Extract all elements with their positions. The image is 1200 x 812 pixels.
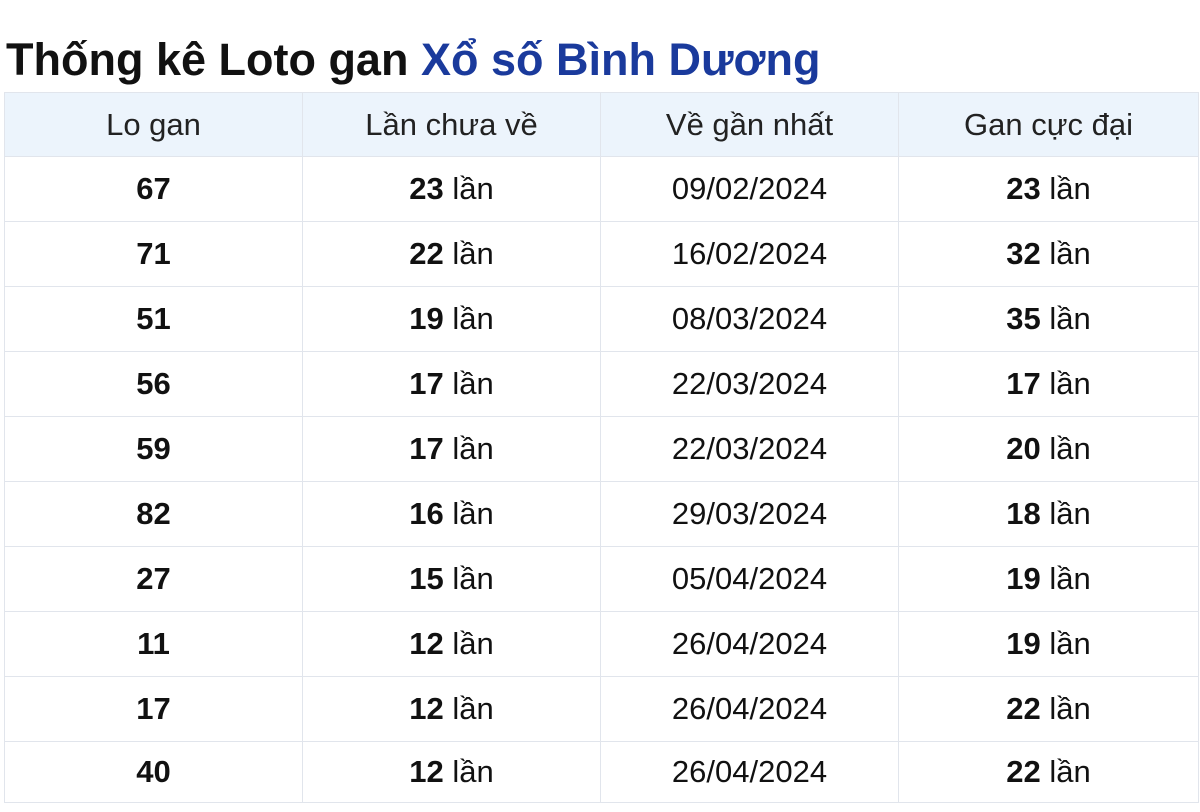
unit-label: lần [1049,561,1091,596]
ve-gan-nhat-date[interactable]: 16/02/2024 [600,221,899,287]
lan-chua-ve-count: 17 [409,431,444,466]
ve-gan-nhat-date[interactable]: 26/04/2024 [600,676,899,742]
lan-chua-ve-cell: 22 lần [302,221,601,287]
header-lan-chua-ve: Lần chưa về [302,92,601,157]
lan-chua-ve-count: 16 [409,496,444,531]
unit-label: lần [452,301,494,336]
table-row: 40 12 lần 26/04/2024 22 lần [4,741,1199,803]
lan-chua-ve-count: 23 [409,171,444,206]
gan-cuc-dai-count: 18 [1006,496,1041,531]
lan-chua-ve-count: 19 [409,301,444,336]
gan-cuc-dai-count: 19 [1006,626,1041,661]
unit-label: lần [1049,754,1091,789]
table-header-row: Lo gan Lần chưa về Về gần nhất Gan cực đ… [4,92,1199,157]
lan-chua-ve-cell: 15 lần [302,546,601,612]
unit-label: lần [452,691,494,726]
gan-cuc-dai-cell: 17 lần [898,351,1199,417]
unit-label: lần [1049,496,1091,531]
lo-gan-number: 27 [4,546,303,612]
unit-label: lần [1049,301,1091,336]
page-title-text: Thống kê Loto gan [6,34,421,85]
unit-label: lần [1049,171,1091,206]
gan-cuc-dai-cell: 35 lần [898,286,1199,352]
header-lo-gan: Lo gan [4,92,303,157]
lo-gan-number: 11 [4,611,303,677]
lo-gan-number: 17 [4,676,303,742]
table-row: 82 16 lần 29/03/2024 18 lần [4,481,1199,547]
lo-gan-number: 71 [4,221,303,287]
table-row: 11 12 lần 26/04/2024 19 lần [4,611,1199,677]
lan-chua-ve-cell: 12 lần [302,676,601,742]
lan-chua-ve-cell: 17 lần [302,351,601,417]
gan-cuc-dai-cell: 22 lần [898,676,1199,742]
lan-chua-ve-cell: 12 lần [302,611,601,677]
lan-chua-ve-cell: 16 lần [302,481,601,547]
loto-gan-table: Lo gan Lần chưa về Về gần nhất Gan cực đ… [4,92,1199,803]
table-row: 51 19 lần 08/03/2024 35 lần [4,286,1199,352]
unit-label: lần [1049,691,1091,726]
lan-chua-ve-cell: 17 lần [302,416,601,482]
lan-chua-ve-count: 12 [409,754,444,789]
ve-gan-nhat-date[interactable]: 26/04/2024 [600,741,899,803]
ve-gan-nhat-date[interactable]: 09/02/2024 [600,156,899,222]
unit-label: lần [452,431,494,466]
gan-cuc-dai-count: 22 [1006,691,1041,726]
lan-chua-ve-cell: 19 lần [302,286,601,352]
table-row: 67 23 lần 09/02/2024 23 lần [4,156,1199,222]
unit-label: lần [452,236,494,271]
unit-label: lần [1049,431,1091,466]
lan-chua-ve-cell: 12 lần [302,741,601,803]
lo-gan-number: 67 [4,156,303,222]
unit-label: lần [452,561,494,596]
ve-gan-nhat-date[interactable]: 05/04/2024 [600,546,899,612]
ve-gan-nhat-date[interactable]: 22/03/2024 [600,351,899,417]
lo-gan-number: 82 [4,481,303,547]
gan-cuc-dai-count: 35 [1006,301,1041,336]
gan-cuc-dai-cell: 19 lần [898,546,1199,612]
table-row: 59 17 lần 22/03/2024 20 lần [4,416,1199,482]
lo-gan-number: 59 [4,416,303,482]
header-gan-cuc-dai: Gan cực đại [898,92,1199,157]
lan-chua-ve-count: 22 [409,236,444,271]
page-title: Thống kê Loto gan Xổ số Bình Dương [6,30,821,90]
lan-chua-ve-count: 15 [409,561,444,596]
table-row: 17 12 lần 26/04/2024 22 lần [4,676,1199,742]
gan-cuc-dai-count: 23 [1006,171,1041,206]
gan-cuc-dai-cell: 32 lần [898,221,1199,287]
gan-cuc-dai-count: 17 [1006,366,1041,401]
unit-label: lần [452,366,494,401]
gan-cuc-dai-cell: 19 lần [898,611,1199,677]
lo-gan-number: 51 [4,286,303,352]
gan-cuc-dai-cell: 22 lần [898,741,1199,803]
lo-gan-number: 56 [4,351,303,417]
ve-gan-nhat-date[interactable]: 08/03/2024 [600,286,899,352]
gan-cuc-dai-count: 22 [1006,754,1041,789]
unit-label: lần [452,754,494,789]
unit-label: lần [452,496,494,531]
gan-cuc-dai-count: 19 [1006,561,1041,596]
unit-label: lần [1049,236,1091,271]
unit-label: lần [452,171,494,206]
lan-chua-ve-count: 12 [409,626,444,661]
gan-cuc-dai-cell: 20 lần [898,416,1199,482]
gan-cuc-dai-count: 20 [1006,431,1041,466]
header-ve-gan-nhat: Về gần nhất [600,92,899,157]
gan-cuc-dai-count: 32 [1006,236,1041,271]
lo-gan-number: 40 [4,741,303,803]
lan-chua-ve-count: 17 [409,366,444,401]
unit-label: lần [1049,626,1091,661]
table-row: 71 22 lần 16/02/2024 32 lần [4,221,1199,287]
unit-label: lần [452,626,494,661]
ve-gan-nhat-date[interactable]: 29/03/2024 [600,481,899,547]
table-row: 56 17 lần 22/03/2024 17 lần [4,351,1199,417]
table-row: 27 15 lần 05/04/2024 19 lần [4,546,1199,612]
gan-cuc-dai-cell: 18 lần [898,481,1199,547]
unit-label: lần [1049,366,1091,401]
gan-cuc-dai-cell: 23 lần [898,156,1199,222]
lan-chua-ve-cell: 23 lần [302,156,601,222]
lan-chua-ve-count: 12 [409,691,444,726]
ve-gan-nhat-date[interactable]: 22/03/2024 [600,416,899,482]
ve-gan-nhat-date[interactable]: 26/04/2024 [600,611,899,677]
lottery-link[interactable]: Xổ số Bình Dương [421,34,821,85]
